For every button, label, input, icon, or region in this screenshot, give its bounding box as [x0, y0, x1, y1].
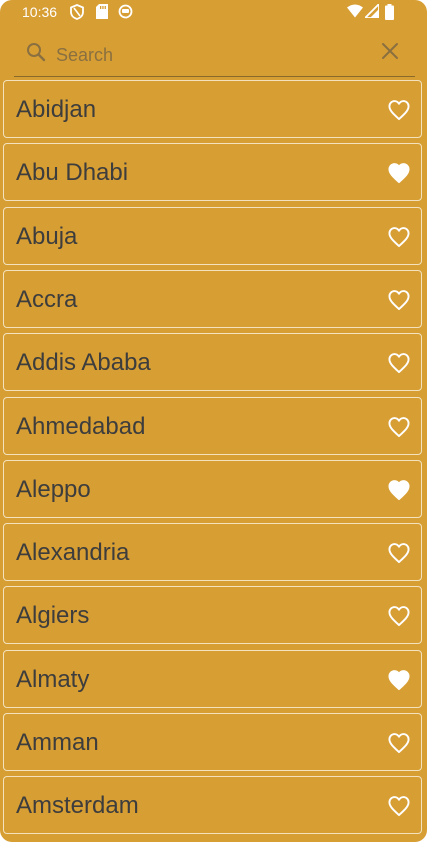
city-name: Abuja [16, 222, 78, 250]
city-name: Algiers [16, 602, 90, 630]
list-item[interactable]: Abuja [3, 206, 422, 265]
list-item[interactable]: Addis Ababa [3, 333, 422, 392]
status-time: 10:36 [22, 4, 58, 20]
shield-icon [70, 4, 84, 23]
list-item[interactable]: Abu Dhabi [3, 143, 422, 202]
wifi-icon [347, 4, 363, 21]
city-name: Abidjan [16, 96, 97, 123]
list-item[interactable]: Abidjan [3, 80, 422, 138]
list-item[interactable]: Amsterdam [3, 776, 422, 835]
heart-outline-icon[interactable] [387, 542, 411, 564]
city-name: Accra [16, 285, 78, 313]
close-icon[interactable] [380, 41, 400, 66]
heart-filled-icon[interactable] [387, 669, 411, 691]
sync-icon [118, 4, 133, 22]
list-item[interactable]: Alexandria [3, 523, 422, 582]
signal-icon [362, 1, 380, 21]
search-input[interactable] [54, 40, 358, 70]
search-bar [14, 34, 415, 77]
city-name: Amman [16, 729, 99, 756]
heart-filled-icon[interactable] [387, 162, 411, 184]
city-name: Almaty [16, 665, 90, 693]
heart-outline-icon[interactable] [387, 352, 411, 374]
heart-outline-icon[interactable] [387, 226, 411, 248]
heart-outline-icon[interactable] [387, 732, 411, 754]
list-item[interactable]: Accra [3, 269, 422, 328]
battery-icon [385, 4, 394, 23]
list-item[interactable]: Almaty [3, 649, 422, 708]
sd-card-icon [96, 4, 108, 22]
city-name: Aleppo [16, 475, 91, 503]
city-name: Addis Ababa [16, 349, 151, 377]
city-name: Abu Dhabi [16, 159, 129, 187]
list-item[interactable]: Algiers [3, 586, 422, 645]
heart-outline-icon[interactable] [387, 289, 411, 311]
list-item[interactable]: Aleppo [3, 459, 422, 518]
heart-outline-icon[interactable] [387, 795, 411, 817]
list-item[interactable]: Amman [3, 713, 422, 771]
city-name: Ahmedabad [16, 412, 146, 440]
heart-outline-icon[interactable] [387, 605, 411, 627]
list-item[interactable]: Ahmedabad [3, 396, 422, 455]
heart-outline-icon[interactable] [387, 416, 411, 438]
app-screen: 10:36 Abidjan Abu Dhabi Abuja Accra Addis Ab… [0, 0, 427, 842]
heart-filled-icon[interactable] [387, 479, 411, 501]
search-icon [26, 42, 46, 67]
status-bar: 10:36 [0, 0, 427, 26]
city-name: Amsterdam [16, 792, 139, 820]
heart-outline-icon[interactable] [387, 99, 411, 121]
city-name: Alexandria [16, 539, 130, 567]
